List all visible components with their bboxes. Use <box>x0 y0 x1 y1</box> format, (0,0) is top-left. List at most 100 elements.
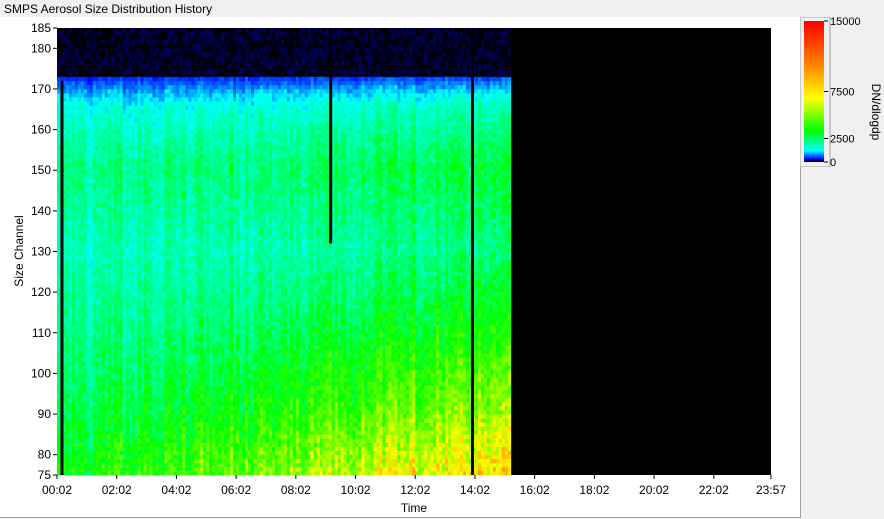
heatmap-cell <box>170 133 174 139</box>
heatmap-cell <box>134 426 139 431</box>
heatmap-cell <box>176 462 180 468</box>
heatmap-cell <box>152 239 156 244</box>
heatmap-cell <box>149 48 153 53</box>
heatmap-cell <box>86 129 91 135</box>
heatmap-cell <box>137 279 141 285</box>
heatmap-cell <box>128 145 133 151</box>
heatmap-cell <box>92 255 97 261</box>
heatmap-cell <box>95 145 100 151</box>
heatmap-cell <box>65 48 70 53</box>
heatmap-cell <box>65 117 70 122</box>
heatmap-cell <box>179 389 183 395</box>
heatmap-cell <box>107 202 112 208</box>
heatmap-cell <box>77 401 82 407</box>
heatmap-cell <box>185 153 189 159</box>
heatmap-cell <box>83 462 88 468</box>
heatmap-chart[interactable]: 00:02 02:02 04:02 06:02 08:02 10:02 12:02 14:02… <box>0 0 800 519</box>
heatmap-cell <box>74 458 79 464</box>
heatmap-cell <box>128 210 133 216</box>
heatmap-cell <box>152 52 156 57</box>
heatmap-cell <box>98 328 103 334</box>
heatmap-cell <box>122 145 127 151</box>
heatmap-cell <box>68 84 73 90</box>
heatmap-cell <box>83 141 88 147</box>
heatmap-cell <box>188 198 192 204</box>
heatmap-cell <box>143 117 147 122</box>
heatmap-cell <box>134 101 139 106</box>
heatmap-cell <box>119 223 124 228</box>
heatmap-cell <box>140 93 144 98</box>
heatmap-cell <box>119 369 124 374</box>
heatmap-cell <box>164 426 168 431</box>
heatmap-cell <box>155 263 159 269</box>
heatmap-cell <box>197 133 201 139</box>
heatmap-cell <box>185 133 189 139</box>
heatmap-cell <box>134 275 139 281</box>
heatmap-cell <box>116 304 121 309</box>
heatmap-cell <box>131 430 136 435</box>
heatmap-cell <box>92 202 97 208</box>
heatmap-cell <box>116 44 121 49</box>
heatmap-cell <box>137 426 141 431</box>
heatmap-cell <box>68 137 73 143</box>
heatmap-cell <box>80 304 85 309</box>
heatmap-cell <box>167 316 171 321</box>
heatmap-cell <box>179 145 183 151</box>
heatmap-cell <box>104 288 109 293</box>
heatmap-cell <box>68 385 73 391</box>
heatmap-cell <box>197 442 201 447</box>
heatmap-cell <box>83 418 88 423</box>
heatmap-cell <box>95 271 100 277</box>
heatmap-cell <box>92 84 97 90</box>
heatmap-cell <box>167 125 171 130</box>
heatmap-cell <box>71 166 76 171</box>
heatmap-cell <box>125 109 130 114</box>
heatmap-cell <box>164 190 168 196</box>
heatmap-cell <box>128 174 133 179</box>
heatmap-cell <box>182 397 186 403</box>
heatmap-cell <box>71 389 76 395</box>
heatmap-cell <box>164 243 168 248</box>
heatmap-cell <box>134 243 139 248</box>
heatmap-cell <box>170 458 174 464</box>
heatmap-cell <box>131 365 136 370</box>
heatmap-cell <box>170 247 174 252</box>
heatmap-cell <box>182 454 186 460</box>
heatmap-cell <box>197 357 201 362</box>
heatmap-cell <box>179 393 183 399</box>
heatmap-cell <box>113 284 118 289</box>
heatmap-cell <box>68 430 73 435</box>
heatmap-cell <box>95 349 100 354</box>
heatmap-cell <box>89 255 94 261</box>
heatmap-cell <box>179 117 183 122</box>
heatmap-cell <box>182 438 186 443</box>
heatmap-cell <box>167 385 171 391</box>
heatmap-cell <box>197 125 201 130</box>
heatmap-cell <box>89 121 94 126</box>
heatmap-cell <box>164 369 168 374</box>
heatmap-cell <box>152 109 156 114</box>
heatmap-cell <box>122 84 127 90</box>
heatmap-cell <box>185 113 189 118</box>
heatmap-cell <box>71 121 76 126</box>
heatmap-cell <box>71 357 76 362</box>
heatmap-cell <box>143 223 147 228</box>
heatmap-cell <box>62 125 67 130</box>
heatmap-cell <box>173 153 177 159</box>
heatmap-cell <box>191 438 195 443</box>
heatmap-cell <box>57 218 61 224</box>
heatmap-cell <box>152 214 156 220</box>
heatmap-cell <box>62 344 67 350</box>
heatmap-cell <box>74 178 79 183</box>
heatmap-cell <box>113 369 118 374</box>
heatmap-cell <box>101 369 106 374</box>
heatmap-cell <box>86 231 91 236</box>
heatmap-cell <box>80 418 85 423</box>
heatmap-cell <box>107 344 112 350</box>
heatmap-cell <box>131 393 136 399</box>
heatmap-cell <box>161 332 165 338</box>
heatmap-cell <box>194 316 198 321</box>
heatmap-cell <box>57 357 61 362</box>
heatmap-cell <box>179 162 183 167</box>
heatmap-cell <box>104 64 109 70</box>
